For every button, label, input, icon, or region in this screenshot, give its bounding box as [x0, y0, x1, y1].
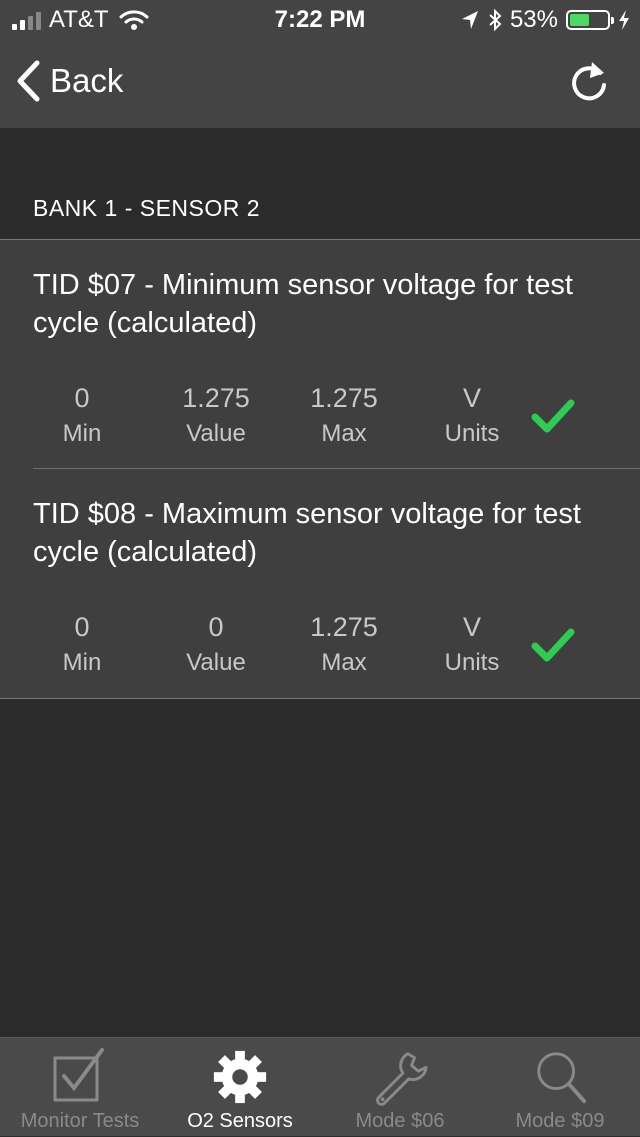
- units-value: V: [462, 612, 481, 642]
- tab-mode-06[interactable]: Mode $06: [320, 1038, 480, 1137]
- min-stat: 0 Min: [27, 381, 137, 451]
- units-stat: V Units: [417, 610, 527, 680]
- max-label: Max: [321, 649, 367, 676]
- tab-mode-09[interactable]: Mode $09: [480, 1038, 640, 1137]
- units-value: V: [462, 383, 481, 413]
- status-right: 53%: [460, 6, 630, 34]
- tab-o2-sensors[interactable]: O2 Sensors: [160, 1038, 320, 1137]
- value-label: Value: [186, 649, 246, 676]
- value-label: Value: [186, 420, 246, 447]
- checkbox-icon: [53, 1048, 104, 1102]
- battery-icon: [566, 10, 614, 30]
- test-item: TID $08 - Maximum sensor voltage for tes…: [0, 469, 640, 698]
- wrench-icon: [376, 1052, 428, 1106]
- min-label: Min: [62, 420, 102, 447]
- max-value: 1.275: [310, 612, 378, 642]
- refresh-icon[interactable]: [570, 58, 610, 104]
- max-value: 1.275: [310, 383, 378, 413]
- bluetooth-icon: [489, 8, 502, 32]
- checkmark-icon: [531, 628, 575, 662]
- units-label: Units: [444, 649, 500, 676]
- value-value: 1.275: [182, 383, 250, 413]
- battery-percent: 53%: [509, 6, 558, 33]
- checkmark-icon: [531, 399, 575, 433]
- max-stat: 1.275 Max: [289, 381, 399, 451]
- section-title: BANK 1 - SENSOR 2: [33, 195, 261, 221]
- max-stat: 1.275 Max: [289, 610, 399, 680]
- max-label: Max: [321, 420, 367, 447]
- min-stat: 0 Min: [27, 610, 137, 680]
- min-value: 0: [74, 612, 90, 642]
- back-button[interactable]: Back: [16, 60, 123, 102]
- location-icon: [461, 11, 478, 29]
- tab-label: Mode $09: [515, 1110, 605, 1132]
- tab-label: O2 Sensors: [187, 1110, 293, 1132]
- tab-label: Mode $06: [355, 1110, 445, 1132]
- value-stat: 0 Value: [161, 610, 271, 680]
- back-label: Back: [50, 62, 124, 99]
- nav-bar: Back: [0, 40, 640, 128]
- charging-icon: [619, 10, 629, 30]
- value-value: 0: [208, 612, 224, 642]
- header: AT&T 7:22 PM 53% Back: [0, 0, 640, 128]
- search-icon: [537, 1052, 587, 1104]
- tab-monitor-tests[interactable]: Monitor Tests: [0, 1038, 160, 1137]
- test-item: TID $07 - Minimum sensor voltage for tes…: [0, 240, 640, 469]
- min-value: 0: [74, 383, 90, 413]
- value-stat: 1.275 Value: [161, 381, 271, 451]
- units-stat: V Units: [417, 381, 527, 451]
- tab-label: Monitor Tests: [20, 1110, 140, 1132]
- units-label: Units: [444, 420, 500, 447]
- gear-icon: [213, 1050, 267, 1104]
- test-results-list: TID $07 - Minimum sensor voltage for tes…: [0, 239, 640, 699]
- test-title: TID $07 - Minimum sensor voltage for tes…: [33, 269, 573, 339]
- test-title: TID $08 - Maximum sensor voltage for tes…: [33, 498, 581, 568]
- tab-bar: Monitor Tests O2 Sensors Mode $06 Mode $…: [0, 1037, 640, 1136]
- status-bar: AT&T 7:22 PM 53%: [0, 0, 640, 40]
- min-label: Min: [62, 649, 102, 676]
- chevron-left-icon: [17, 60, 40, 102]
